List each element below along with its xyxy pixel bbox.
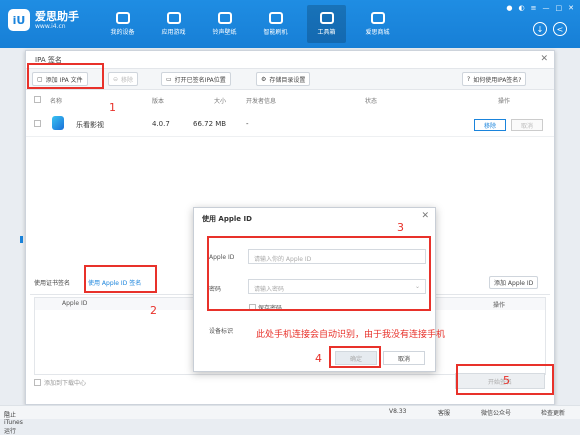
annotation-number-4: 4: [315, 352, 322, 365]
select-all-checkbox[interactable]: [34, 96, 41, 103]
annotation-number-2: 2: [150, 304, 157, 317]
shop-icon: [370, 12, 385, 24]
col-developer: 开发者信息: [246, 98, 277, 105]
col-appleid: Apple ID: [62, 300, 88, 307]
storage-settings-button[interactable]: ⚙ 存储目录设置: [256, 72, 311, 86]
app-name-cell: 乐看影视: [76, 121, 104, 129]
version-cell: 4.0.7: [152, 120, 170, 128]
row-checkbox[interactable]: [34, 120, 41, 127]
skin-icon[interactable]: ◐: [519, 4, 525, 12]
main-nav: 我的设备 应用游戏 铃声壁纸 智能刷机 工具箱 爱思商城: [103, 5, 409, 43]
maximize-icon[interactable]: □: [556, 4, 563, 12]
window-controls: ● ◐ ≡ — □ ✕: [506, 4, 574, 12]
annotation-box-4: [329, 346, 381, 368]
top-bar: iU 爱思助手 www.i4.cn 我的设备 应用游戏 铃声壁纸 智能刷机 工具…: [0, 0, 580, 48]
folder-icon: ▭: [166, 75, 172, 83]
row-cancel-button[interactable]: 取消: [511, 119, 543, 131]
annotation-number-3: 3: [397, 221, 404, 234]
col-version: 版本: [152, 98, 165, 105]
col-appleid-action: 操作: [493, 302, 506, 309]
nav-shop[interactable]: 爱思商城: [358, 5, 397, 43]
modal-close-icon[interactable]: ✕: [421, 211, 429, 221]
col-name: 名称: [50, 98, 63, 105]
annotation-number-1: 1: [109, 101, 116, 114]
modal-title: 使用 Apple ID: [202, 215, 252, 223]
version-label: V8.33: [389, 408, 407, 415]
nav-smart-flash[interactable]: 智能刷机: [256, 5, 295, 43]
annotation-note: 此处手机连接会自动识别，由于我没有连接手机: [256, 330, 446, 340]
menu-icon[interactable]: ≡: [531, 4, 537, 12]
gear-icon: ⚙: [261, 75, 267, 83]
flash-icon: [268, 12, 283, 24]
wechat-link[interactable]: 微信公众号: [481, 408, 511, 417]
minimize-icon[interactable]: —: [543, 4, 550, 12]
annotation-box-3: [207, 236, 431, 311]
col-status: 状态: [365, 98, 378, 105]
open-signed-folder-button[interactable]: ▭ 打开已签名IPA位置: [161, 72, 231, 86]
status-bar: ▢ 阻止iTunes运行 V8.33 客服 微信公众号 检查更新: [0, 405, 580, 435]
row-remove-button[interactable]: 移除: [474, 119, 506, 131]
table-row: 乐看影视 4.0.7 66.72 MB - 移除 取消: [26, 113, 554, 137]
dialog-close-icon[interactable]: ✕: [540, 54, 548, 64]
tab-cert-sign[interactable]: 使用证书签名: [34, 278, 70, 287]
logo-icon: iU: [8, 9, 30, 31]
check-update-link[interactable]: 检查更新: [541, 408, 565, 417]
developer-cell: -: [246, 120, 249, 128]
app-name: 爱思助手: [35, 9, 79, 23]
size-cell: 66.72 MB: [193, 120, 227, 128]
add-appleid-button[interactable]: 添加 Apple ID: [489, 276, 539, 289]
table-header: 名称 版本 大小 开发者信息 状态 操作: [26, 93, 554, 107]
toolbox-icon: [319, 12, 334, 24]
user-icon[interactable]: ●: [506, 4, 512, 12]
annotation-box-1: [27, 63, 104, 89]
feedback-link[interactable]: 客服: [438, 408, 450, 417]
cancel-button[interactable]: 取消: [383, 351, 425, 365]
remove-icon: ⊖: [113, 75, 119, 83]
nav-apps-games[interactable]: 应用游戏: [154, 5, 193, 43]
col-size: 大小: [214, 98, 227, 105]
app-logo: iU 爱思助手 www.i4.cn: [8, 9, 79, 31]
music-icon: [217, 12, 232, 24]
add-to-download-option[interactable]: 添加到下载中心: [34, 378, 86, 387]
back-icon[interactable]: <: [553, 22, 567, 36]
app-url: www.i4.cn: [35, 22, 66, 30]
dialog-toolbar: ▢ 添加 IPA 文件 ⊖ 移除 ▭ 打开已签名IPA位置 ⚙ 存储目录设置 ? 如何使用…: [26, 68, 554, 90]
app-icon: [52, 116, 64, 130]
nav-ringtones[interactable]: 铃声壁纸: [205, 5, 244, 43]
add-to-download-checkbox[interactable]: [34, 379, 41, 386]
col-action: 操作: [498, 98, 511, 105]
how-to-button[interactable]: ? 如何使用IPA签名?: [462, 72, 527, 86]
annotation-box-2: [84, 265, 157, 293]
help-icon: ?: [467, 75, 471, 83]
left-marker: [20, 236, 23, 243]
apple-icon: [115, 12, 130, 24]
remove-button[interactable]: ⊖ 移除: [108, 72, 139, 86]
close-icon[interactable]: ✕: [568, 4, 574, 12]
apps-icon: [166, 12, 181, 24]
nav-toolbox[interactable]: 工具箱: [307, 5, 346, 43]
download-icon[interactable]: ↓: [533, 22, 547, 36]
nav-my-device[interactable]: 我的设备: [103, 5, 142, 43]
device-label: 设备标识: [209, 328, 234, 335]
annotation-number-5: 5: [503, 374, 510, 387]
